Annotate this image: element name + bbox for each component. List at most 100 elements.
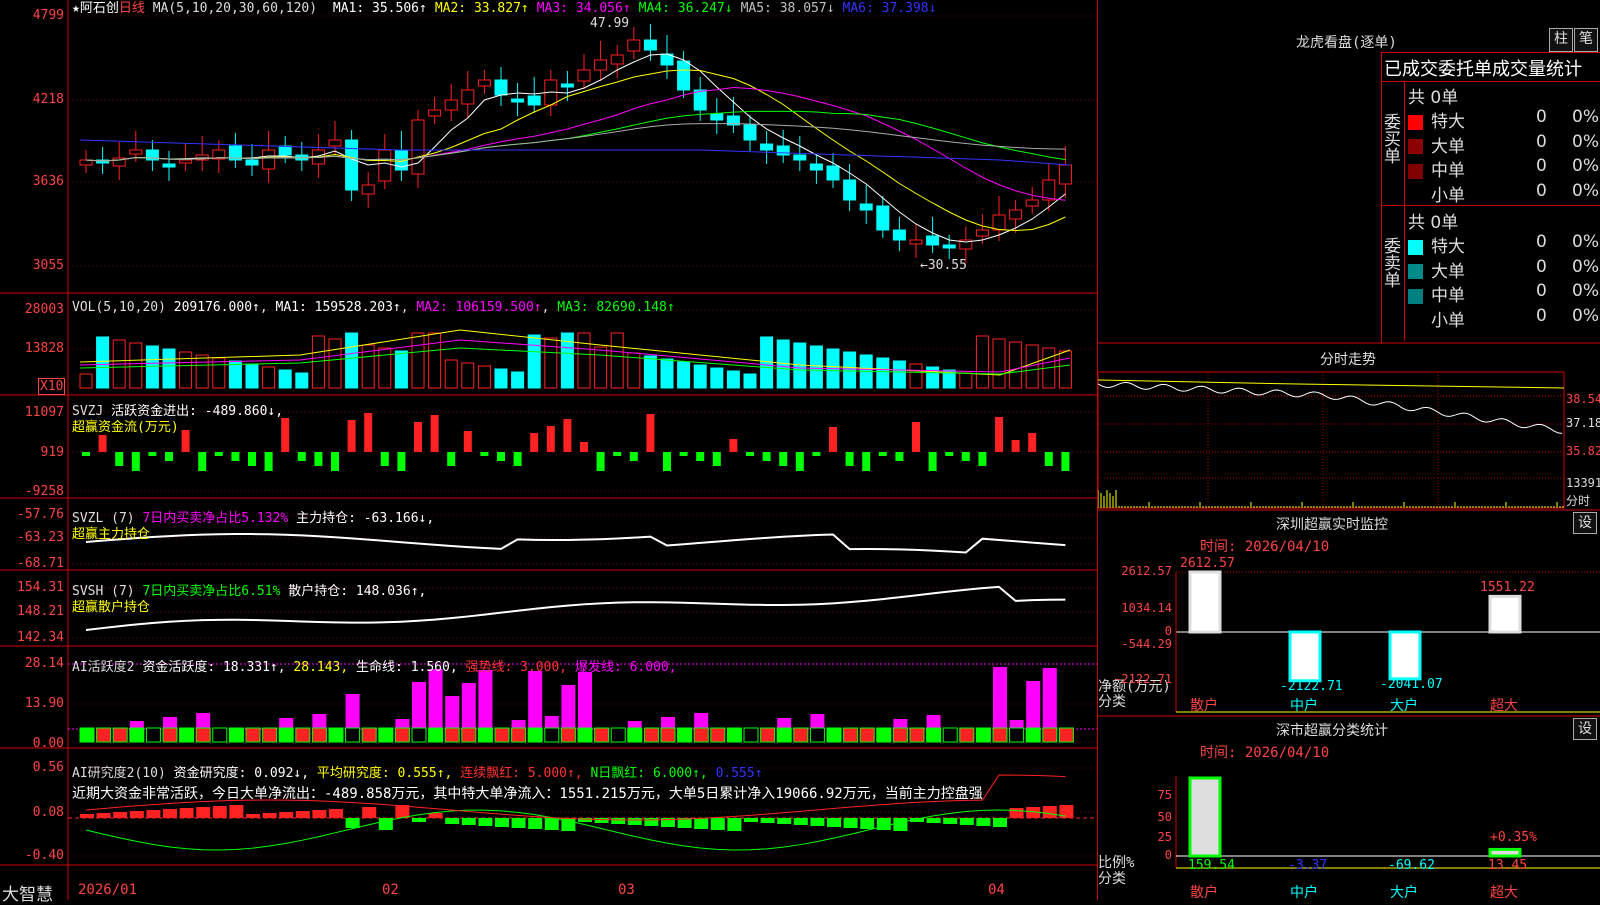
volume-bar xyxy=(1009,341,1023,389)
chart-panel[interactable]: 47.99 ←30.55 ★阿石创日线 MA(5,10,20,30,60,120)… xyxy=(0,0,1098,905)
class-bar-label: -69.62 xyxy=(1388,858,1435,873)
order-size-name: 小单 xyxy=(1431,310,1465,331)
research-bar xyxy=(843,818,858,828)
color-swatch xyxy=(1408,313,1423,328)
activity-bar-base xyxy=(511,727,527,743)
fund-flow-bar xyxy=(1061,452,1070,471)
svzj-desc: 活跃资金进出: -489.860↓, xyxy=(111,404,284,419)
stock-chart-canvas[interactable]: 47.99 ←30.55 xyxy=(0,0,1097,900)
candle-body xyxy=(511,98,525,103)
volume-bar xyxy=(179,351,193,389)
lhkp-table: 已成交委托单成交量统计 委买单 委卖单 共 0单 特大 0 0% 大单 0 0% 中单 0 0% 小… xyxy=(1380,52,1600,343)
monitor-bar-label: -2041.07 xyxy=(1380,676,1443,692)
fund-flow-bar xyxy=(347,420,356,452)
ai2-nred: N日飘红: 6.000↑, xyxy=(590,766,708,781)
y-tick-label: 28003 xyxy=(24,302,64,317)
sz-class-title: 深市超赢分类统计 xyxy=(1276,723,1388,739)
volume-bar xyxy=(843,351,857,389)
activity-bar-magenta xyxy=(661,717,675,728)
order-count: 0 xyxy=(1536,180,1547,201)
fund-flow-bar xyxy=(98,435,107,452)
x-label-feb: 02 xyxy=(382,882,399,898)
lhkp-tab[interactable]: 已成交委托单成交量统计 xyxy=(1384,55,1582,81)
fund-flow-bar xyxy=(115,452,124,466)
research-bar xyxy=(528,818,543,829)
volume-bar xyxy=(876,357,890,389)
activity-bar-magenta xyxy=(777,718,792,728)
fund-flow-bar xyxy=(912,422,920,452)
candle-body xyxy=(262,149,276,170)
volume-bar xyxy=(577,332,591,389)
volume-bar xyxy=(162,348,176,389)
y-tick-label: 919 xyxy=(40,445,64,460)
order-pct: 0% xyxy=(1572,281,1599,301)
volume-bar xyxy=(743,373,757,389)
monitor-bar-label: 2612.57 xyxy=(1180,556,1235,571)
activity-bar-base xyxy=(826,727,842,743)
activity-bar-magenta xyxy=(1009,720,1024,728)
brand-label[interactable]: 大智慧 xyxy=(2,880,53,905)
volume-bar xyxy=(726,370,740,389)
activity-bar-magenta xyxy=(993,667,1007,728)
svsh-header: SVSH (7) 7日内买卖净占比6.51% 散户持仓: 148.036↑, 超… xyxy=(72,584,426,616)
volume-bar xyxy=(328,338,342,389)
order-size-name: 特大 xyxy=(1431,237,1465,257)
activity-bar-base xyxy=(129,727,145,743)
fund-flow-bar xyxy=(447,452,456,466)
svzl-header: SVZL (7) 7日内买卖净占比5.132% 主力持仓: -63.166↓, … xyxy=(72,511,434,543)
fund-flow-bar xyxy=(148,452,157,456)
ma-value-3: MA3: 34.056↑ xyxy=(536,1,631,16)
fund-flow-bar xyxy=(264,452,273,471)
activity-bar-magenta xyxy=(395,719,410,728)
research-bar xyxy=(478,818,493,826)
research-bar xyxy=(428,813,443,818)
period-label[interactable]: 日线 xyxy=(119,1,145,16)
class-y-label: 50 xyxy=(1157,810,1172,824)
volume-bar xyxy=(909,363,923,389)
activity-bar-magenta xyxy=(694,713,709,728)
bar-mode-button[interactable]: 柱 xyxy=(1549,28,1573,52)
sz-monitor-settings-button[interactable]: 设 xyxy=(1573,512,1597,534)
favorite-star-icon[interactable]: ★ xyxy=(72,1,80,16)
ai2-red: 连续飘红: 5.000↑, xyxy=(460,766,583,781)
activity-bar-base xyxy=(843,727,859,743)
color-swatch xyxy=(1408,114,1423,130)
y-tick-label: 0.00 xyxy=(32,736,64,751)
volume-bar xyxy=(594,346,608,389)
fund-flow-bar xyxy=(364,413,373,452)
y-tick-label: 154.31 xyxy=(17,580,64,595)
svzl-name: 超赢主力持仓 xyxy=(72,527,151,542)
ai1-v2: 28.143, xyxy=(293,660,349,675)
candle-body xyxy=(942,244,956,249)
x-label-jan: 2026/01 xyxy=(78,882,138,898)
research-bar xyxy=(495,818,509,827)
ai2-desc: 资金研究度: 0.092↓, xyxy=(173,766,310,781)
tick-mode-button[interactable]: 笔 xyxy=(1574,28,1598,52)
research-bar xyxy=(694,818,709,829)
fund-flow-bar xyxy=(613,452,622,456)
order-row: 中单 0 0% xyxy=(1408,156,1600,181)
candle-body xyxy=(594,59,608,71)
activity-bar-base xyxy=(942,727,958,743)
fund-flow-bar xyxy=(1011,440,1020,452)
activity-bar-base xyxy=(760,727,776,743)
candle-body xyxy=(1058,164,1072,185)
monitor-bar-label: -2122.71 xyxy=(1280,678,1343,694)
activity-bar-base xyxy=(444,727,460,743)
color-swatch xyxy=(1408,288,1423,304)
fund-flow-bar xyxy=(513,452,522,466)
activity-bar-base xyxy=(112,727,128,743)
research-bar xyxy=(179,808,194,818)
activity-bar-magenta xyxy=(196,713,211,728)
candle-body xyxy=(1025,199,1039,207)
activity-bar-base xyxy=(212,727,228,743)
order-count: 0 xyxy=(1536,156,1547,176)
research-bar xyxy=(345,818,360,828)
sz-class-settings-button[interactable]: 设 xyxy=(1573,718,1597,740)
activity-bar-base xyxy=(394,727,410,743)
activity-bar-base xyxy=(726,727,742,743)
activity-bar-base xyxy=(660,727,676,743)
activity-bar-base xyxy=(361,727,377,743)
activity-bar-base xyxy=(627,727,643,743)
vol-ma2: MA2: 106159.500↑ xyxy=(416,300,542,315)
